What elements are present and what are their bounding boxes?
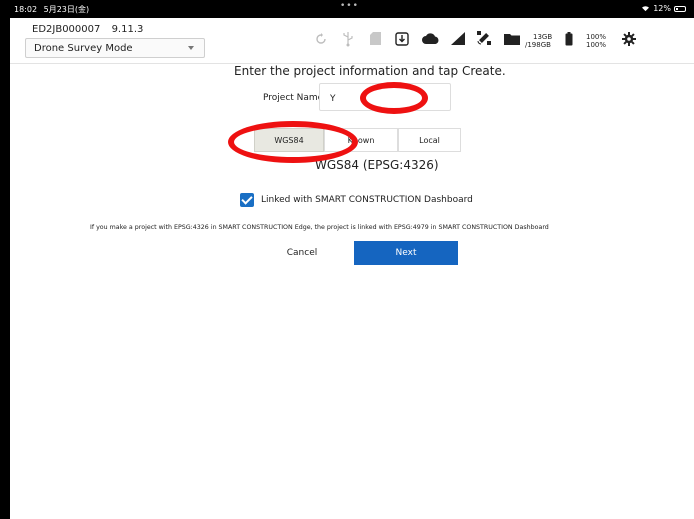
linked-checkbox[interactable]: [240, 193, 254, 207]
next-button[interactable]: Next: [354, 241, 458, 265]
storage-readout: 13GB /198GB: [525, 33, 552, 49]
epsg-note: If you make a project with EPSG:4326 in …: [90, 224, 549, 231]
storage-total: /198GB: [525, 41, 551, 49]
header-status-icons: 13GB /198GB 100% 100%: [10, 18, 694, 64]
annotation-oval-project-name: [360, 82, 428, 114]
download-icon[interactable]: [395, 32, 409, 46]
app-header: ED2JB000007 9.11.3 Drone Survey Mode 13G…: [10, 18, 694, 64]
status-right: 12%: [641, 4, 686, 13]
battery-icon: [674, 5, 686, 12]
sync-icon[interactable]: [314, 32, 328, 46]
battery-bottom: 100%: [586, 41, 607, 49]
status-date: 5月23日(金): [43, 5, 90, 14]
linked-label: Linked with SMART CONSTRUCTION Dashboard: [261, 195, 473, 205]
instruction-text: Enter the project information and tap Cr…: [234, 64, 506, 78]
device-battery-icon: [565, 32, 573, 46]
storage-used: 13GB: [533, 33, 553, 41]
satellite-icon[interactable]: [476, 30, 492, 46]
battery-readout: 100% 100%: [586, 33, 606, 49]
cloud-icon[interactable]: [422, 33, 439, 44]
app-window: ED2JB000007 9.11.3 Drone Survey Mode 13G…: [10, 18, 694, 519]
battery-top: 100%: [586, 33, 607, 41]
project-name-label: Project Name: [263, 93, 324, 103]
annotation-oval-wgs84: [228, 121, 358, 163]
status-battery-text: 12%: [653, 4, 671, 13]
signal-icon[interactable]: [451, 32, 465, 45]
usb-icon[interactable]: [343, 31, 353, 47]
sd-card-icon[interactable]: [370, 32, 381, 45]
folder-icon[interactable]: [504, 33, 520, 45]
multitask-dots-icon[interactable]: •••: [340, 1, 359, 11]
project-name-value: Y: [330, 94, 336, 104]
cancel-button[interactable]: Cancel: [251, 241, 353, 265]
gear-icon[interactable]: [622, 32, 636, 46]
wifi-icon: [642, 6, 650, 12]
status-bar: 18:02 5月23日(金) ••• 12%: [0, 0, 694, 18]
created-in-value: WGS84 (EPSG:4326): [315, 158, 439, 172]
status-time: 18:02 5月23日(金): [14, 5, 90, 14]
coord-option-local[interactable]: Local: [398, 128, 461, 152]
